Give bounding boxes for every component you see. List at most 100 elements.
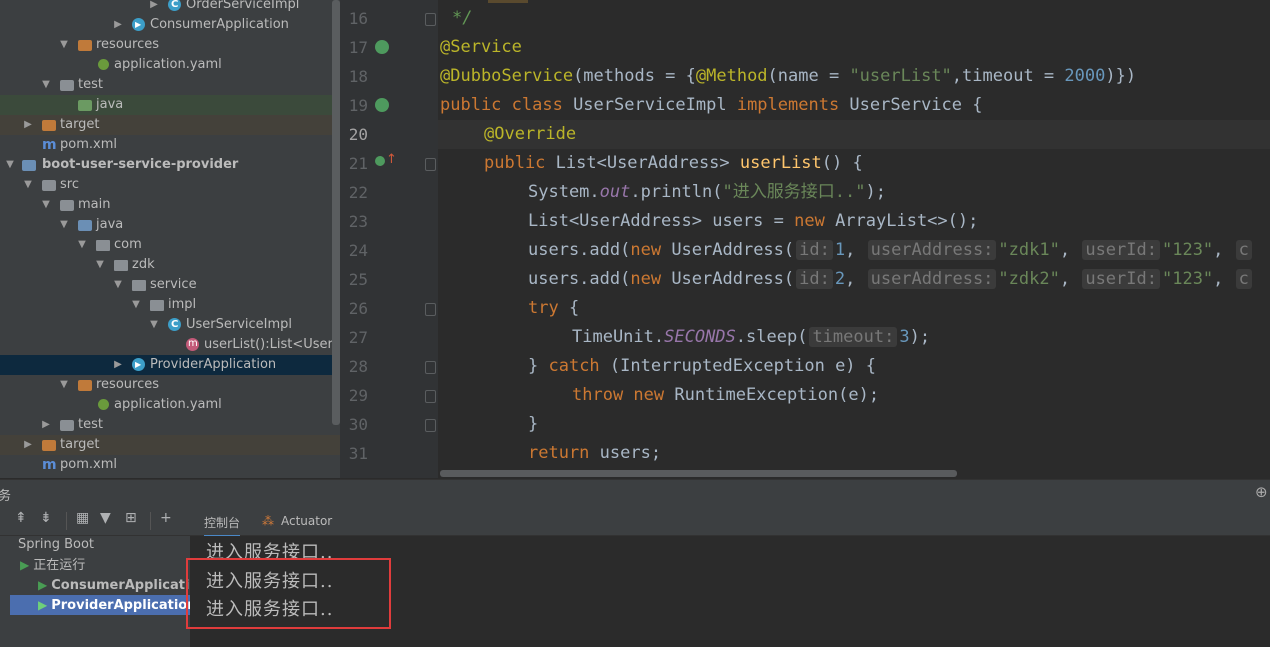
implementation-icon[interactable] — [375, 156, 385, 166]
service-consumer-application[interactable]: ▶ConsumerApplication — [38, 575, 190, 595]
code-line-23: List<UserAddress> users = new ArrayList<… — [528, 207, 978, 236]
code-line-22: System.out.println("进入服务接口.."); — [528, 178, 886, 207]
service-group-running[interactable]: ▶ 正在运行 — [20, 555, 85, 575]
line-number: 25 — [348, 270, 368, 289]
folder-icon — [60, 80, 74, 91]
code-line-18: @DubboService(methods = {@Method(name = … — [440, 62, 1136, 91]
line-number: 21 — [348, 154, 368, 173]
chevron-down-icon[interactable]: ▼ — [130, 295, 142, 315]
code-token: .println( — [630, 182, 723, 202]
fold-icon[interactable] — [425, 361, 436, 374]
line-number: 23 — [348, 212, 368, 231]
tab-console[interactable]: 控制台 — [204, 514, 241, 538]
tree-row-providerapplication[interactable]: ▶ ProviderApplication — [0, 355, 340, 375]
fold-icon[interactable] — [425, 303, 436, 316]
chevron-down-icon[interactable]: ▼ — [58, 215, 70, 235]
tree-row-application-yaml-2[interactable]: application.yaml — [0, 395, 340, 415]
tree-row-resources-2[interactable]: ▼ resources — [0, 375, 340, 395]
tree-row-src[interactable]: ▼ src — [0, 175, 340, 195]
chevron-right-icon[interactable]: ▶ — [148, 0, 160, 15]
code-line-17: @Service — [440, 33, 522, 62]
parameter-hint: userId: — [1082, 240, 1160, 260]
tree-label: src — [60, 177, 79, 192]
tree-row-service[interactable]: ▼ service — [0, 275, 340, 295]
tree-row-test-java[interactable]: java — [0, 95, 340, 115]
code-token: RuntimeException(e); — [674, 385, 880, 405]
code-line-16: */ — [452, 4, 472, 33]
new-tab-icon[interactable]: ⊞ — [125, 510, 137, 526]
gear-icon[interactable]: ⊕ — [1255, 483, 1268, 501]
tree-row-main[interactable]: ▼ main — [0, 195, 340, 215]
service-root-spring-boot[interactable]: Spring Boot — [18, 536, 94, 555]
fold-icon[interactable] — [425, 13, 436, 26]
collapse-all-icon[interactable]: ⇟ — [40, 510, 52, 526]
chevron-right-icon[interactable]: ▶ — [22, 435, 34, 455]
tree-row-target[interactable]: ▶ target — [0, 115, 340, 135]
filter-icon[interactable]: ▼ — [100, 510, 111, 526]
chevron-right-icon[interactable]: ▶ — [112, 355, 124, 375]
package-icon — [132, 280, 146, 291]
tree-row-consumerapplication[interactable]: ▶ ConsumerApplication — [0, 15, 340, 35]
tree-row-target-2[interactable]: ▶ target — [0, 435, 340, 455]
chevron-down-icon[interactable]: ▼ — [58, 35, 70, 55]
line-number: 30 — [348, 415, 368, 434]
chevron-down-icon[interactable]: ▼ — [148, 315, 160, 335]
yaml-icon — [96, 398, 110, 411]
chevron-right-icon[interactable]: ▶ — [40, 415, 52, 435]
tree-scrollbar[interactable] — [332, 0, 340, 425]
fold-icon[interactable] — [425, 390, 436, 403]
spring-bean-icon[interactable] — [375, 98, 389, 112]
chevron-right-icon[interactable]: ▶ — [112, 15, 124, 35]
tree-row-resources[interactable]: ▼ resources — [0, 35, 340, 55]
tree-label: java — [96, 217, 124, 232]
line-number: 18 — [348, 67, 368, 86]
field-token: SECONDS — [664, 327, 736, 347]
fold-icon[interactable] — [425, 419, 436, 432]
chevron-down-icon[interactable]: ▼ — [4, 155, 16, 175]
folder-icon — [60, 420, 74, 431]
tree-row-test[interactable]: ▼ test — [0, 75, 340, 95]
chevron-down-icon[interactable]: ▼ — [40, 75, 52, 95]
tree-row-userserviceimpl[interactable]: ▼ UserServiceImpl — [0, 315, 340, 335]
service-label: ConsumerApplication — [51, 578, 190, 593]
tree-row-orderserviceimpl[interactable]: ▶ OrderServiceImpl — [0, 0, 340, 15]
expand-all-icon[interactable]: ⇞ — [15, 510, 27, 526]
chevron-down-icon[interactable]: ▼ — [22, 175, 34, 195]
spring-bean-icon[interactable] — [375, 40, 389, 54]
tree-row-zdk[interactable]: ▼ zdk — [0, 255, 340, 275]
chevron-down-icon[interactable]: ▼ — [40, 195, 52, 215]
editor-horizontal-scrollbar[interactable] — [440, 470, 957, 477]
add-service-icon[interactable]: + — [160, 510, 172, 526]
code-token: { — [568, 298, 580, 318]
code-line-30: } — [528, 410, 538, 439]
tree-label: ConsumerApplication — [150, 17, 289, 32]
tree-row-userlist-method[interactable]: userList():List<UserAddress> — [0, 334, 340, 355]
service-label: Spring Boot — [18, 537, 95, 552]
tree-row-pom[interactable]: m pom.xml — [0, 135, 340, 155]
tree-row-application-yaml[interactable]: application.yaml — [0, 55, 340, 75]
overrides-arrow-icon[interactable]: ↑ — [386, 152, 397, 167]
chevron-right-icon[interactable]: ▶ — [22, 115, 34, 135]
fold-icon[interactable] — [425, 158, 436, 171]
group-by-icon[interactable]: ▦ — [76, 510, 89, 526]
tree-row-module[interactable]: ▼ boot-user-service-provider — [0, 155, 340, 175]
tree-row-pom-2[interactable]: m pom.xml — [0, 455, 340, 475]
tab-actuator[interactable]: Actuator — [281, 514, 332, 528]
service-provider-application[interactable]: ▶ProviderApplication :8 — [10, 595, 190, 615]
tree-row-test-2[interactable]: ▶ test — [0, 415, 340, 435]
annotation-token: @Override — [484, 124, 577, 144]
parameter-hint: userAddress: — [867, 269, 997, 289]
chevron-down-icon[interactable]: ▼ — [94, 255, 106, 275]
chevron-down-icon[interactable]: ▼ — [58, 375, 70, 395]
code-line-31: return users; — [528, 439, 661, 468]
tree-row-main-java[interactable]: ▼ java — [0, 215, 340, 235]
tree-row-impl[interactable]: ▼ impl — [0, 295, 340, 315]
code-token: UserAddress( — [671, 240, 795, 260]
tree-label: main — [78, 197, 111, 212]
tree-row-com[interactable]: ▼ com — [0, 235, 340, 255]
string-token: "进入服务接口.." — [722, 182, 866, 202]
code-token: List<UserAddress> users = — [528, 211, 795, 231]
chevron-down-icon[interactable]: ▼ — [112, 275, 124, 295]
chevron-down-icon[interactable]: ▼ — [76, 235, 88, 255]
folder-icon — [78, 380, 92, 391]
